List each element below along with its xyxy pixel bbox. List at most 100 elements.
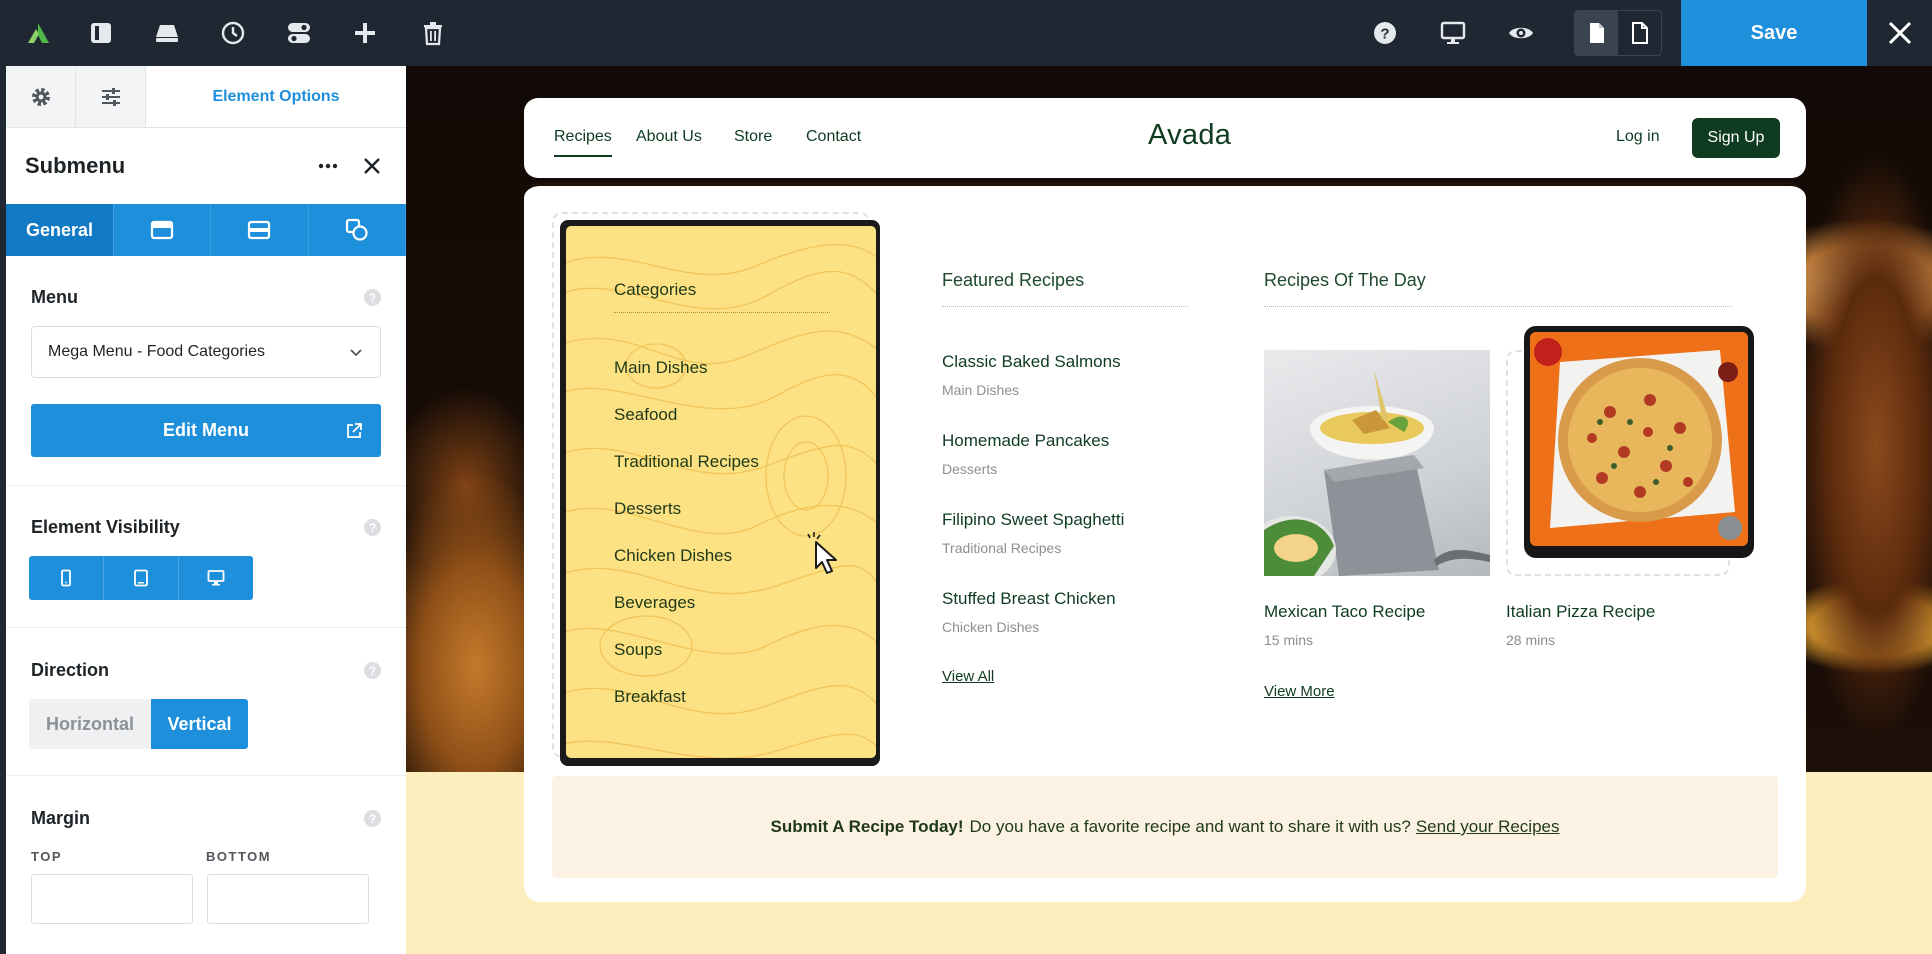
help-icon[interactable]: ? (364, 519, 381, 536)
pizza-recipe-card[interactable] (1524, 326, 1754, 558)
svg-text:?: ? (1380, 26, 1389, 43)
help-icon[interactable]: ? (364, 662, 381, 679)
featured-recipe-category: Chicken Dishes (942, 619, 1040, 635)
visibility-toggle-group (29, 556, 253, 600)
mobile-icon (61, 569, 71, 587)
close-element-icon[interactable] (356, 150, 388, 182)
featured-recipe-title[interactable]: Filipino Sweet Spaghetti (942, 510, 1124, 530)
taco-recipe-image[interactable] (1264, 350, 1490, 576)
direction-horizontal-button[interactable]: Horizontal (29, 699, 151, 749)
day-recipe-time: 28 mins (1506, 632, 1556, 648)
category-item[interactable]: Breakfast (614, 687, 686, 707)
view-all-link[interactable]: View All (942, 668, 994, 685)
mouse-cursor-icon (807, 532, 837, 574)
topographic-pattern-icon (566, 243, 876, 758)
subtab-main-styling[interactable] (114, 204, 212, 256)
featured-recipe-title[interactable]: Homemade Pancakes (942, 431, 1109, 451)
subtab-general[interactable]: General (6, 204, 114, 256)
margin-top-input[interactable] (31, 874, 193, 924)
category-item[interactable]: Soups (614, 640, 662, 660)
category-item[interactable]: Seafood (614, 405, 677, 425)
toggle-icon[interactable] (279, 13, 319, 53)
history-icon[interactable] (213, 13, 253, 53)
avada-logo-icon[interactable] (18, 13, 58, 53)
page-preview: Recipes About Us Store Contact Avada Log… (406, 66, 1932, 954)
visibility-mobile[interactable] (29, 556, 104, 600)
visibility-section: Element Visibility ? (6, 486, 406, 628)
edit-menu-label: Edit Menu (163, 420, 249, 440)
tab-element-options[interactable]: Element Options (146, 66, 406, 127)
desktop-icon[interactable] (1433, 13, 1473, 53)
categories-title: Categories (614, 280, 697, 299)
featured-recipes-title: Featured Recipes (942, 270, 1085, 290)
soup-bowl-icon (1264, 370, 1490, 576)
subtab-extras[interactable] (309, 204, 406, 256)
signup-button[interactable]: Sign Up (1692, 118, 1780, 158)
view-more-link[interactable]: View More (1264, 683, 1335, 700)
nav-link-store[interactable]: Store (734, 128, 772, 146)
categories-card[interactable]: Categories Main Dishes Seafood Tradition… (560, 220, 880, 766)
mega-menu-panel: Categories Main Dishes Seafood Tradition… (524, 182, 1806, 902)
margin-section: Margin ? TOP BOTTOM (6, 776, 406, 954)
chevron-down-icon (350, 349, 362, 357)
tab-sliders[interactable] (76, 66, 146, 127)
category-item[interactable]: Traditional Recipes (614, 452, 759, 472)
menu-label: Menu (31, 287, 78, 307)
featured-divider (942, 306, 1188, 307)
more-options-icon[interactable] (312, 150, 344, 182)
eye-icon[interactable] (1501, 13, 1541, 53)
categories-card-inner: Categories Main Dishes Seafood Tradition… (566, 226, 876, 758)
margin-bottom-input[interactable] (207, 874, 369, 924)
featured-recipe-title[interactable]: Stuffed Breast Chicken (942, 589, 1116, 609)
submit-recipe-banner: Submit A Recipe Today! Do you have a fav… (552, 776, 1778, 878)
direction-vertical-button[interactable]: Vertical (151, 699, 248, 749)
margin-top-label: TOP (31, 849, 62, 864)
margin-bottom-label: BOTTOM (206, 849, 272, 864)
send-recipes-link[interactable]: Send your Recipes (1416, 817, 1560, 837)
builder-toolbar: ? Save (0, 0, 1932, 66)
site-logo[interactable]: Avada (1148, 119, 1231, 152)
save-button[interactable]: Save (1681, 0, 1867, 66)
desktop-icon (207, 570, 225, 586)
help-icon[interactable]: ? (1365, 13, 1405, 53)
visibility-tablet[interactable] (104, 556, 179, 600)
library-icon[interactable] (147, 13, 187, 53)
visibility-label: Element Visibility (31, 517, 180, 537)
category-item[interactable]: Beverages (614, 593, 695, 613)
category-item[interactable]: Main Dishes (614, 358, 708, 378)
sliders-icon (101, 87, 120, 106)
featured-recipe-title[interactable]: Classic Baked Salmons (942, 352, 1121, 372)
recipes-of-the-day-title: Recipes Of The Day (1264, 270, 1426, 290)
margin-inputs (31, 874, 381, 924)
trash-icon[interactable] (413, 13, 453, 53)
pizza-icon (1530, 332, 1748, 546)
plus-icon[interactable] (345, 13, 385, 53)
submit-recipe-text: Do you have a favorite recipe and want t… (969, 817, 1411, 836)
help-icon[interactable]: ? (364, 289, 381, 306)
element-title: Submenu (25, 153, 126, 178)
sidebar-tabs: Element Options (6, 66, 406, 128)
nav-link-recipes[interactable]: Recipes (554, 128, 612, 157)
category-item[interactable]: Desserts (614, 499, 681, 519)
gear-icon (31, 87, 50, 106)
visibility-desktop[interactable] (179, 556, 253, 600)
day-recipe-title[interactable]: Italian Pizza Recipe (1506, 602, 1655, 622)
nav-link-contact[interactable]: Contact (806, 128, 861, 146)
day-recipe-title[interactable]: Mexican Taco Recipe (1264, 602, 1425, 622)
page-icon[interactable] (1575, 11, 1618, 55)
menu-section: Menu ? Mega Menu - Food Categories Edit … (6, 256, 406, 486)
page-outline-icon[interactable] (1618, 11, 1661, 55)
edit-menu-button[interactable]: Edit Menu (31, 404, 381, 457)
menu-select-value: Mega Menu - Food Categories (48, 343, 265, 360)
layout-icon[interactable] (81, 13, 121, 53)
direction-toggle: Horizontal Vertical (29, 699, 249, 749)
element-options-sidebar: Element Options Submenu General Menu ? M… (6, 66, 406, 954)
close-icon[interactable] (1867, 0, 1932, 66)
help-icon[interactable]: ? (364, 810, 381, 827)
category-item[interactable]: Chicken Dishes (614, 546, 732, 566)
login-link[interactable]: Log in (1616, 128, 1660, 146)
tab-settings[interactable] (6, 66, 76, 127)
subtab-submenu-styling[interactable] (211, 204, 309, 256)
menu-select[interactable]: Mega Menu - Food Categories (31, 326, 381, 378)
nav-link-about-us[interactable]: About Us (636, 128, 702, 146)
